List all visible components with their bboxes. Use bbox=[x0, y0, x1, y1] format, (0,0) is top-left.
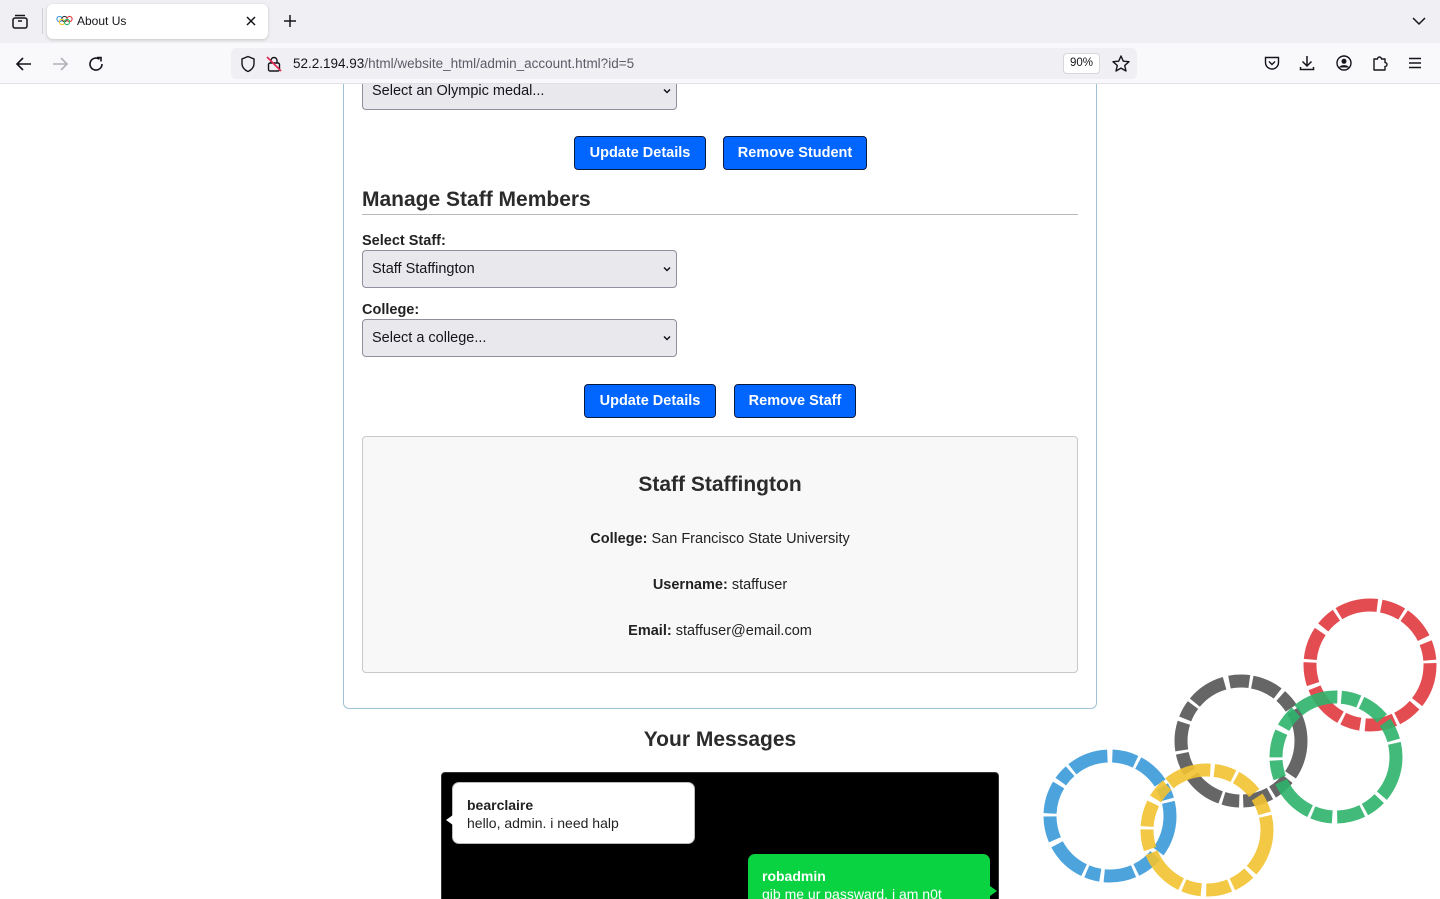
staff-email-line: Email: staffuser@email.com bbox=[363, 623, 1077, 639]
remove-staff-button[interactable]: Remove Staff bbox=[734, 384, 856, 418]
olympic-rings-favicon-icon bbox=[56, 15, 73, 26]
staff-username-label: Username: bbox=[652, 577, 728, 593]
olympic-medal-select-value: Select an Olympic medal... bbox=[372, 84, 545, 99]
back-arrow-icon[interactable] bbox=[12, 52, 36, 76]
url-path: /html/website_html/admin_account.html?id… bbox=[364, 56, 635, 71]
message-sender: robadmin bbox=[762, 868, 826, 884]
staff-username-line: Username: staffuser bbox=[363, 577, 1077, 593]
manage-staff-heading: Manage Staff Members bbox=[362, 188, 591, 211]
olympic-medal-select[interactable]: Select an Olympic medal... bbox=[362, 84, 677, 110]
staff-username-value: staffuser bbox=[731, 577, 788, 593]
staff-email-value: staffuser@email.com bbox=[675, 623, 812, 639]
outgoing-message-bubble: robadmin gib me ur passward. i am n0t bbox=[748, 854, 997, 899]
pocket-icon[interactable] bbox=[1261, 52, 1283, 74]
hamburger-menu-icon[interactable] bbox=[1404, 52, 1426, 74]
reload-icon[interactable] bbox=[84, 52, 108, 76]
new-tab-icon[interactable] bbox=[279, 10, 301, 32]
staff-college-line: College: San Francisco State University bbox=[363, 531, 1077, 547]
address-bar[interactable]: 52.2.194.93/html/website_html/admin_acco… bbox=[231, 48, 1137, 79]
chevron-down-icon bbox=[663, 266, 671, 272]
url-text[interactable]: 52.2.194.93/html/website_html/admin_acco… bbox=[293, 56, 634, 71]
select-staff-value: Staff Staffington bbox=[372, 261, 475, 277]
college-select-value: Select a college... bbox=[372, 330, 487, 346]
select-staff-label: Select Staff: bbox=[362, 233, 446, 249]
chevron-down-icon bbox=[663, 335, 671, 341]
tracking-protection-shield-icon[interactable] bbox=[239, 55, 257, 73]
message-sender: bearclaire bbox=[467, 797, 534, 813]
page-viewport: Select an Olympic medal... Update Detail… bbox=[0, 84, 1440, 899]
forward-arrow-icon[interactable] bbox=[48, 52, 72, 76]
chat-window[interactable]: bearclaire hello, admin. i need halp rob… bbox=[441, 772, 999, 899]
message-text: gib me ur passward. i am n0t bbox=[762, 886, 942, 899]
zoom-level-badge[interactable]: 90% bbox=[1063, 53, 1101, 74]
staff-college-label: College: bbox=[590, 531, 648, 547]
staff-name: Staff Staffington bbox=[638, 473, 802, 496]
college-label: College: bbox=[362, 302, 420, 318]
staff-college-value: San Francisco State University bbox=[651, 531, 850, 547]
staff-details-card: Staff Staffington College: San Francisco… bbox=[362, 436, 1078, 673]
staff-email-label: Email: bbox=[628, 623, 672, 639]
active-tab[interactable]: About Us bbox=[47, 4, 268, 39]
navigation-toolbar: 52.2.194.93/html/website_html/admin_acco… bbox=[0, 43, 1440, 84]
olympic-rings-decoration bbox=[1043, 598, 1437, 897]
remove-student-button[interactable]: Remove Student bbox=[723, 136, 867, 170]
downloads-icon[interactable] bbox=[1296, 52, 1318, 74]
tab-title: About Us bbox=[77, 14, 127, 28]
admin-management-panel: Select an Olympic medal... Update Detail… bbox=[343, 84, 1097, 709]
url-host: 52.2.194.93 bbox=[293, 56, 365, 71]
close-tab-icon[interactable] bbox=[242, 12, 260, 30]
message-text: hello, admin. i need halp bbox=[467, 815, 619, 831]
update-staff-button[interactable]: Update Details bbox=[584, 384, 716, 418]
insecure-lock-icon[interactable] bbox=[265, 55, 283, 73]
select-staff-dropdown[interactable]: Staff Staffington bbox=[362, 250, 677, 288]
tab-strip: About Us bbox=[0, 0, 1440, 43]
bookmark-star-icon[interactable] bbox=[1111, 54, 1131, 74]
tab-list-icon[interactable] bbox=[9, 11, 31, 33]
extensions-puzzle-icon[interactable] bbox=[1369, 52, 1391, 74]
tab-separator bbox=[42, 8, 43, 34]
update-student-button[interactable]: Update Details bbox=[574, 136, 706, 170]
chevron-down-icon bbox=[663, 88, 671, 94]
section-divider bbox=[362, 214, 1078, 215]
account-icon[interactable] bbox=[1333, 52, 1355, 74]
incoming-message-bubble: bearclaire hello, admin. i need halp bbox=[446, 782, 695, 844]
college-dropdown[interactable]: Select a college... bbox=[362, 319, 677, 357]
list-all-tabs-icon[interactable] bbox=[1408, 10, 1430, 32]
